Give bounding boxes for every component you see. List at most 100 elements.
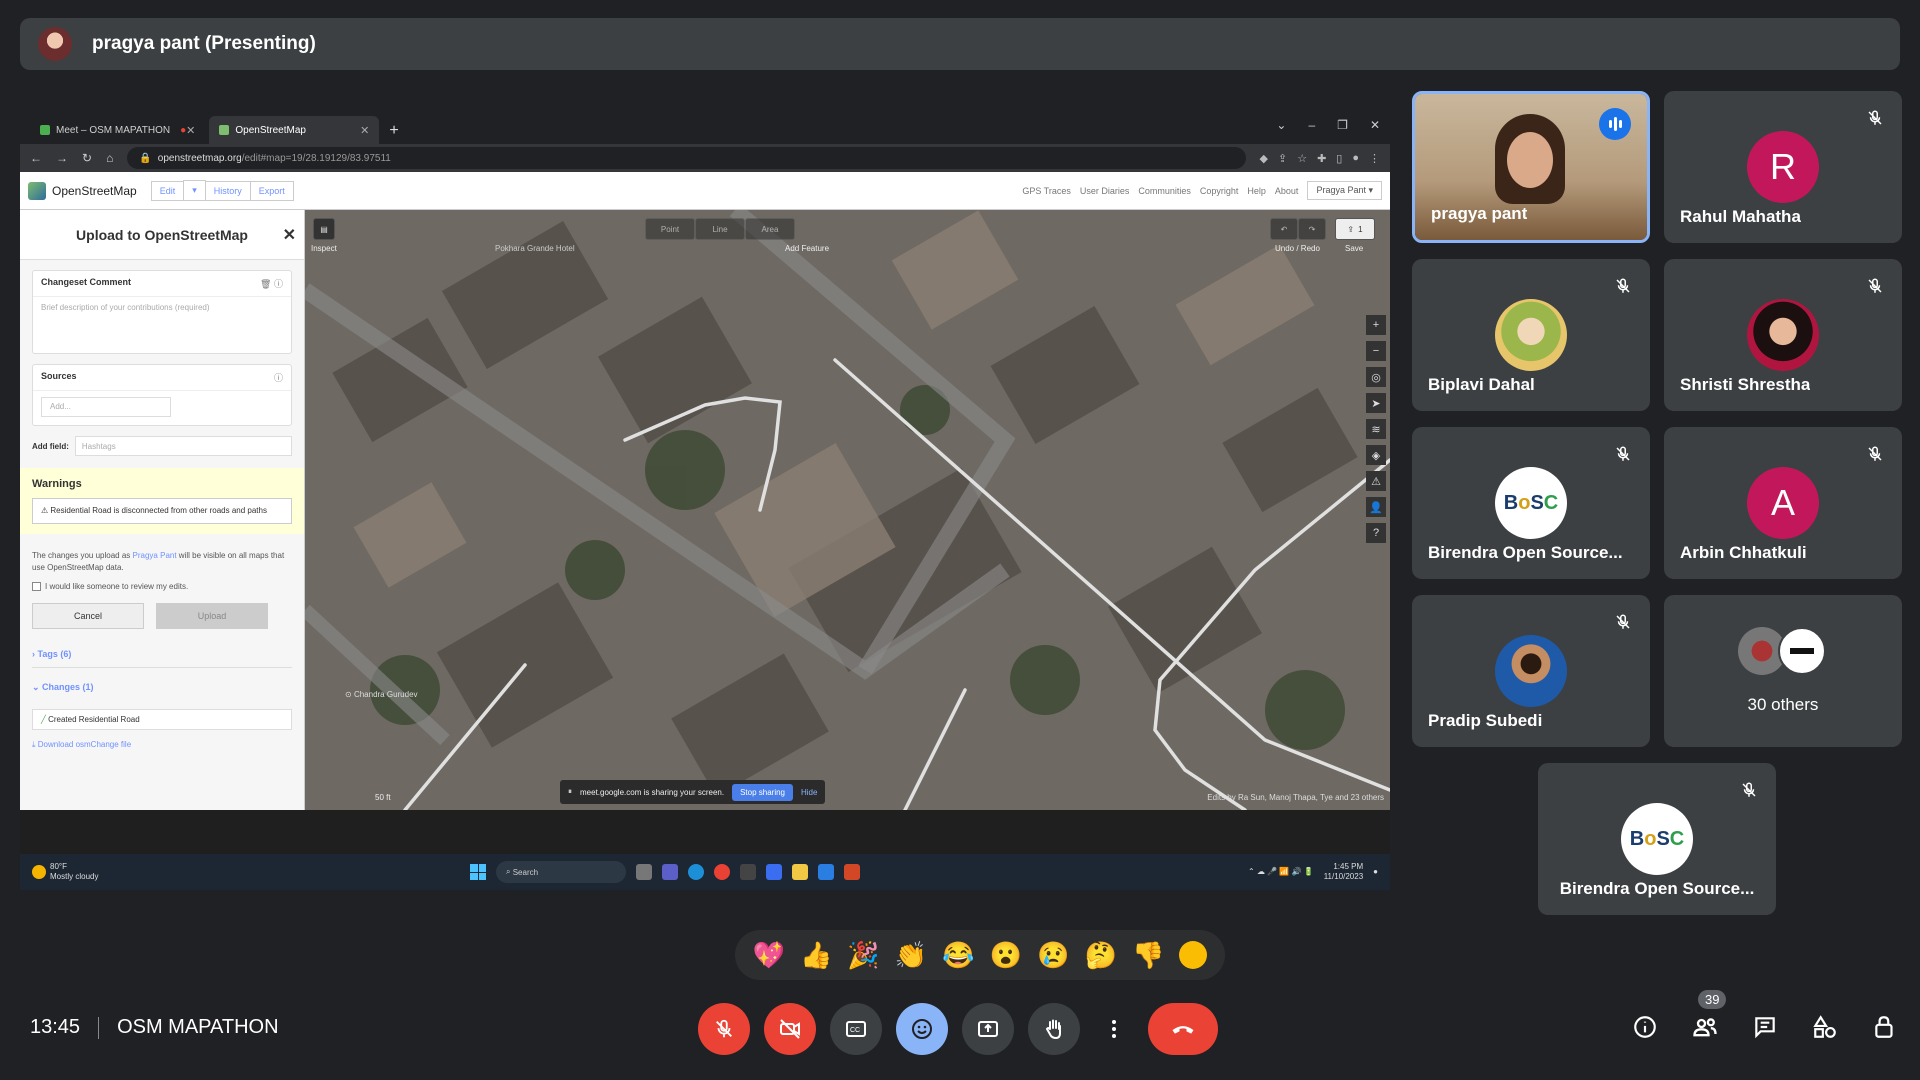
info-icon[interactable]: ⓘ <box>274 371 283 384</box>
zoom-in-icon[interactable]: + <box>1366 315 1386 335</box>
add-point-button[interactable]: Point <box>645 218 695 240</box>
info-icon[interactable]: ⓘ <box>274 279 283 289</box>
puzzle-icon[interactable]: ✚ <box>1317 152 1326 165</box>
host-controls-button[interactable] <box>1870 1012 1900 1042</box>
add-area-button[interactable]: Area <box>745 218 795 240</box>
cancel-button[interactable]: Cancel <box>32 603 144 629</box>
reaction-surprised[interactable]: 😮 <box>990 940 1022 971</box>
reaction-thumbs-down[interactable]: 👎 <box>1132 940 1164 971</box>
windows-start-icon[interactable] <box>470 864 486 880</box>
warning-item[interactable]: ⚠ Residential Road is disconnected from … <box>32 498 292 524</box>
participant-tile[interactable]: pragya pant <box>1412 91 1650 243</box>
user-menu[interactable]: Pragya Pant ▾ <box>1307 181 1382 200</box>
home-icon[interactable]: ⌂ <box>106 151 113 165</box>
review-checkbox[interactable] <box>32 582 41 591</box>
edit-button[interactable]: Edit <box>150 180 185 201</box>
locate-icon[interactable]: ➤ <box>1366 393 1386 413</box>
reaction-party[interactable]: 🎉 <box>847 940 879 971</box>
tags-section-toggle[interactable]: › Tags (6) <box>32 629 292 668</box>
mic-toggle-button[interactable] <box>698 1003 750 1055</box>
map-data-icon[interactable]: ◈ <box>1366 445 1386 465</box>
chat-button[interactable] <box>1750 1012 1780 1042</box>
captions-button[interactable]: CC <box>830 1003 882 1055</box>
people-button[interactable]: 39 <box>1690 990 1727 1042</box>
export-button[interactable]: Export <box>249 180 294 201</box>
meeting-details-button[interactable] <box>1630 1012 1660 1042</box>
save-button[interactable]: ⇪ 1 <box>1335 218 1375 240</box>
teams-icon[interactable] <box>662 864 678 880</box>
close-tab-icon[interactable]: ✕ <box>360 124 369 137</box>
place-marker[interactable]: ⊙ Chandra Gurudev <box>345 690 418 699</box>
download-osmchange-link[interactable]: ⤓ Download osmChange file <box>32 740 292 750</box>
hide-link[interactable]: Hide <box>801 788 817 797</box>
raise-hand-button[interactable] <box>1028 1003 1080 1055</box>
reaction-sad[interactable]: 😢 <box>1037 940 1069 971</box>
layers-icon[interactable]: ≋ <box>1366 419 1386 439</box>
app-icon[interactable] <box>766 864 782 880</box>
participant-tile[interactable]: BoSC Birendra Open Source... <box>1412 427 1650 579</box>
reaction-heart[interactable]: 💖 <box>753 940 785 971</box>
powerpoint-icon[interactable] <box>844 864 860 880</box>
browser-tab-osm[interactable]: OpenStreetMap ✕ <box>209 116 380 144</box>
close-icon[interactable]: ✕ <box>283 225 296 245</box>
help-icon[interactable]: ? <box>1366 523 1386 543</box>
participant-tile[interactable]: R Rahul Mahatha <box>1664 91 1902 243</box>
taskbar-search[interactable]: ⌕ Search <box>496 861 626 883</box>
sidebar-icon[interactable]: ▯ <box>1336 152 1342 165</box>
file-explorer-icon[interactable] <box>792 864 808 880</box>
zoom-to-icon[interactable]: ◎ <box>1366 367 1386 387</box>
reload-icon[interactable]: ↻ <box>82 151 92 165</box>
tray-icons[interactable]: ⌃ ☁ 🎤 📶 🔊 🔋 <box>1248 867 1314 877</box>
new-tab-button[interactable]: + <box>389 122 398 140</box>
chrome-icon[interactable] <box>714 864 730 880</box>
extension-icon[interactable]: ◆ <box>1260 152 1268 165</box>
notification-icon[interactable]: ● <box>1373 867 1378 877</box>
reaction-thumbs-up[interactable]: 👍 <box>800 940 832 971</box>
store-icon[interactable] <box>818 864 834 880</box>
add-field-input[interactable]: Hashtags <box>74 436 292 456</box>
back-icon[interactable]: ← <box>30 151 42 165</box>
participant-tile[interactable]: Pradip Subedi <box>1412 595 1650 747</box>
changes-section-toggle[interactable]: ⌄ Changes (1) <box>32 668 292 701</box>
activities-button[interactable] <box>1810 1012 1840 1042</box>
bookmark-star-icon[interactable]: ☆ <box>1297 152 1307 165</box>
camera-toggle-button[interactable] <box>764 1003 816 1055</box>
participant-tile[interactable]: A Arbin Chhatkuli <box>1664 427 1902 579</box>
weather-widget[interactable]: 80°F Mostly cloudy <box>32 862 98 881</box>
profile-icon[interactable]: ● <box>1352 152 1359 165</box>
issues-icon[interactable]: ⚠ <box>1366 471 1386 491</box>
menu-kebab-icon[interactable]: ⋮ <box>1369 152 1380 165</box>
participant-tile[interactable]: Biplavi Dahal <box>1412 259 1650 411</box>
reaction-laugh[interactable]: 😂 <box>942 940 974 971</box>
nav-gps-traces[interactable]: GPS Traces <box>1022 186 1071 196</box>
reactions-button[interactable] <box>896 1003 948 1055</box>
settings-icon[interactable] <box>740 864 756 880</box>
task-view-icon[interactable] <box>636 864 652 880</box>
participant-tile[interactable]: Shristi Shrestha <box>1664 259 1902 411</box>
forward-icon[interactable]: → <box>56 151 68 165</box>
add-line-button[interactable]: Line <box>695 218 745 240</box>
undo-button[interactable]: ↶ <box>1270 218 1298 240</box>
browser-tab-meet[interactable]: Meet – OSM MAPATHON ● ✕ <box>30 116 205 144</box>
upload-button[interactable]: Upload <box>156 603 268 629</box>
nav-communities[interactable]: Communities <box>1138 186 1191 196</box>
trash-icon[interactable]: 🗑 <box>260 279 271 289</box>
edge-icon[interactable] <box>688 864 704 880</box>
osm-brand[interactable]: OpenStreetMap <box>52 184 137 198</box>
stop-sharing-button[interactable]: Stop sharing <box>732 783 793 801</box>
nav-help[interactable]: Help <box>1247 186 1266 196</box>
reaction-clap[interactable]: 👏 <box>895 940 927 971</box>
present-button[interactable] <box>962 1003 1014 1055</box>
participant-tile[interactable]: BoSC Birendra Open Source... <box>1538 763 1776 915</box>
share-icon[interactable]: ⇪ <box>1278 152 1287 165</box>
map-view[interactable]: ▤ Inspect Point Line Area Add Feature ↶ … <box>305 210 1390 810</box>
reaction-thinking[interactable]: 🤔 <box>1085 940 1117 971</box>
leave-call-button[interactable] <box>1148 1003 1218 1055</box>
preferences-icon[interactable]: 👤 <box>1366 497 1386 517</box>
edit-dropdown-icon[interactable]: ▾ <box>183 180 206 201</box>
url-input[interactable]: 🔒 openstreetmap.org/edit#map=19/28.19129… <box>127 147 1246 169</box>
maximize-icon[interactable]: ❐ <box>1337 118 1348 132</box>
changeset-comment-input[interactable]: Brief description of your contributions … <box>33 297 291 353</box>
nav-about[interactable]: About <box>1275 186 1299 196</box>
nav-copyright[interactable]: Copyright <box>1200 186 1239 196</box>
